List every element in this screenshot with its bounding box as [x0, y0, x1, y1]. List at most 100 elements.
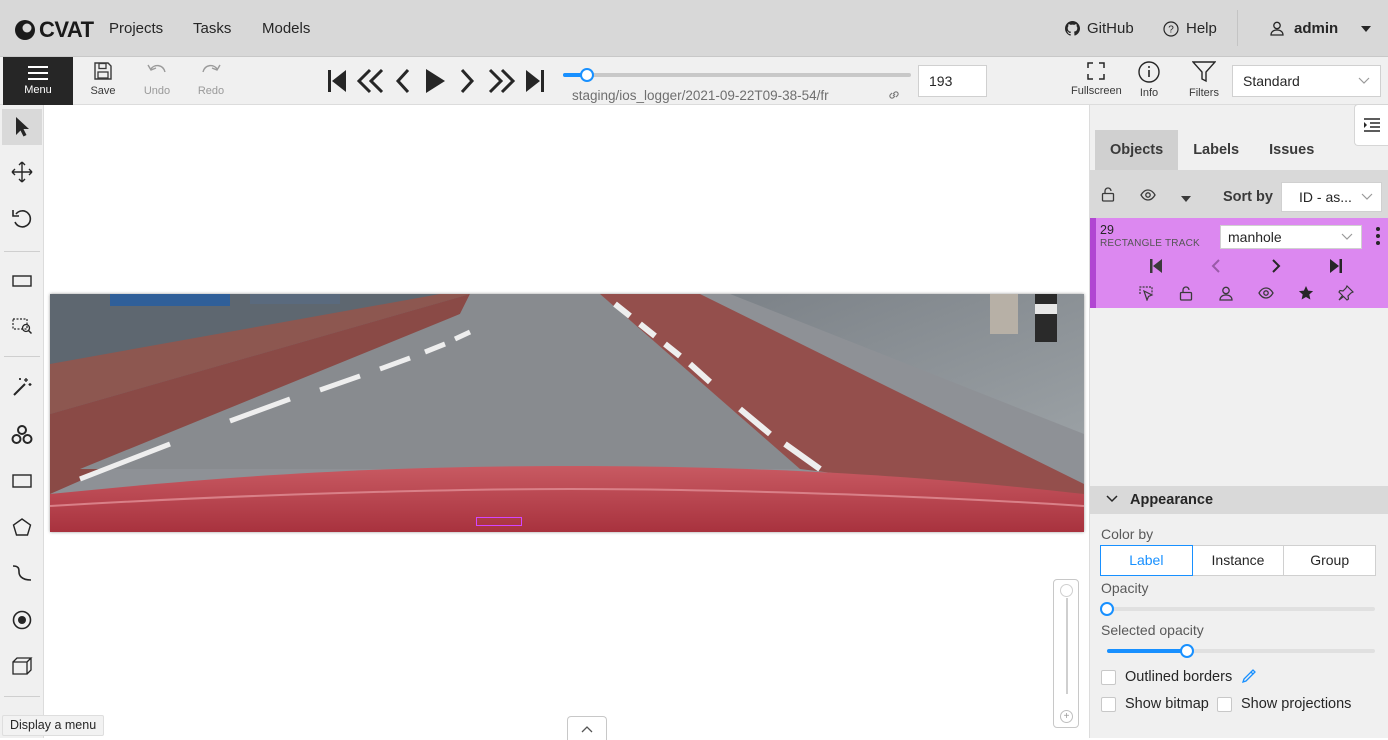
cuboid-tool[interactable] — [2, 648, 42, 684]
openvino-tool[interactable] — [2, 417, 42, 453]
selected-opacity-slider-handle[interactable] — [1180, 644, 1195, 658]
controls-divider — [4, 251, 40, 252]
nav-projects[interactable]: Projects — [109, 20, 163, 37]
polygon-tool[interactable] — [2, 509, 42, 545]
tab-issues[interactable]: Issues — [1254, 130, 1329, 170]
fullscreen-button[interactable]: Fullscreen — [1071, 61, 1122, 97]
move-tool[interactable] — [2, 154, 42, 190]
help-label: Help — [1186, 20, 1217, 37]
opacity-slider-handle[interactable] — [1100, 602, 1114, 616]
undo-icon — [147, 64, 166, 73]
occluded-icon[interactable] — [1216, 283, 1236, 303]
tab-objects[interactable]: Objects — [1095, 130, 1179, 170]
points-tool[interactable] — [2, 602, 42, 638]
pin-icon[interactable] — [1336, 283, 1356, 303]
lock-all-icon[interactable] — [1101, 187, 1115, 207]
zoom-slider-handle[interactable] — [1060, 584, 1073, 597]
zoom-in-icon[interactable]: + — [1060, 710, 1073, 723]
polyline-tool[interactable] — [2, 555, 42, 591]
polygon-icon — [12, 518, 32, 536]
save-label: Save — [90, 85, 116, 97]
menu-button[interactable]: Menu — [3, 57, 73, 105]
info-button[interactable]: Info — [1138, 61, 1160, 99]
previous-frame-button[interactable] — [394, 68, 412, 94]
sort-by-label: Sort by — [1223, 189, 1273, 205]
show-bitmap-checkbox[interactable] — [1101, 697, 1116, 712]
frame-number-input[interactable]: 193 — [918, 65, 987, 97]
chevron-up-icon — [581, 725, 593, 732]
annotation-canvas[interactable]: + — [44, 105, 1089, 740]
color-by-label: Color by — [1101, 526, 1154, 542]
tab-labels[interactable]: Labels — [1178, 130, 1254, 170]
save-button[interactable]: Save — [81, 61, 125, 103]
redo-label: Redo — [197, 85, 225, 97]
double-left-icon — [356, 68, 384, 94]
next-frame-button[interactable] — [458, 68, 476, 94]
color-by-instance-option[interactable]: Instance — [1191, 545, 1285, 576]
eye-icon[interactable] — [1256, 283, 1276, 303]
opacity-slider[interactable] — [1100, 602, 1375, 616]
fit-image-tool[interactable] — [2, 263, 42, 299]
previous-keyframe-icon[interactable] — [1206, 256, 1226, 276]
opacity-label: Opacity — [1101, 580, 1149, 596]
help-link[interactable]: ? Help — [1163, 20, 1217, 37]
frame-image — [50, 294, 1084, 532]
objects-sidebar: Objects Labels Issues Sort by ID - as...… — [1089, 105, 1388, 738]
sidebar-collapse-button[interactable] — [1354, 104, 1388, 146]
more-vertical-icon[interactable] — [1372, 225, 1384, 247]
selected-opacity-slider[interactable] — [1107, 644, 1375, 658]
magic-wand-tool[interactable] — [2, 369, 42, 405]
cvat-logo[interactable]: CVAT — [14, 17, 94, 43]
eye-all-icon[interactable] — [1140, 188, 1156, 206]
zoom-slider[interactable]: + — [1053, 579, 1079, 728]
rotate-tool[interactable] — [2, 201, 42, 237]
cursor-tool[interactable] — [2, 109, 42, 145]
appearance-header[interactable]: Appearance — [1090, 486, 1388, 514]
color-picker-icon[interactable] — [1241, 668, 1257, 689]
first-keyframe-icon[interactable] — [1146, 256, 1166, 276]
redo-button[interactable]: Redo — [189, 61, 233, 103]
fit-image-icon — [12, 275, 32, 287]
last-frame-button[interactable] — [524, 68, 546, 94]
rectangle-icon — [12, 474, 32, 488]
color-by-group-option[interactable]: Group — [1283, 545, 1377, 576]
next-keyframe-icon[interactable] — [1266, 256, 1286, 276]
object-label-select[interactable]: manhole — [1220, 225, 1362, 249]
zoom-region-tool[interactable] — [2, 308, 42, 344]
sort-value: ID - as... — [1299, 189, 1352, 205]
outlined-borders-checkbox[interactable] — [1101, 670, 1116, 685]
last-keyframe-icon[interactable] — [1326, 256, 1346, 276]
rectangle-tool[interactable] — [2, 463, 42, 499]
frame-slider[interactable] — [563, 68, 911, 82]
lock-icon[interactable] — [1176, 283, 1196, 303]
show-projections-checkbox[interactable] — [1217, 697, 1232, 712]
first-frame-button[interactable] — [326, 68, 348, 94]
play-button[interactable] — [424, 68, 446, 94]
github-link[interactable]: GitHub — [1065, 20, 1134, 37]
forward-step-button[interactable] — [488, 68, 516, 94]
object-type: RECTANGLE TRACK — [1100, 238, 1200, 249]
cursor-icon — [16, 117, 29, 137]
outside-icon[interactable] — [1136, 283, 1156, 303]
annotation-bounding-box[interactable] — [476, 517, 522, 526]
chevron-down-icon — [1361, 193, 1373, 200]
info-icon — [1138, 61, 1160, 83]
points-icon — [12, 610, 32, 630]
object-item[interactable]: 29 RECTANGLE TRACK manhole — [1090, 218, 1388, 308]
collapse-all-icon[interactable] — [1180, 190, 1192, 208]
step-backward-icon — [328, 70, 346, 92]
user-menu[interactable]: admin — [1270, 20, 1374, 37]
caret-down-icon — [1361, 25, 1372, 32]
workspace-select[interactable]: Standard — [1232, 65, 1381, 97]
sort-select[interactable]: ID - as... — [1281, 182, 1382, 212]
nav-models[interactable]: Models — [262, 20, 310, 37]
backward-step-button[interactable] — [356, 68, 384, 94]
undo-button[interactable]: Undo — [135, 61, 179, 103]
nav-tasks[interactable]: Tasks — [193, 20, 231, 37]
star-icon[interactable] — [1296, 283, 1316, 303]
logo-text: CVAT — [39, 17, 94, 42]
color-by-label-option[interactable]: Label — [1100, 545, 1193, 576]
filters-button[interactable]: Filters — [1189, 61, 1219, 99]
bottom-panel-toggle[interactable] — [567, 716, 607, 740]
controls-divider — [4, 696, 40, 697]
